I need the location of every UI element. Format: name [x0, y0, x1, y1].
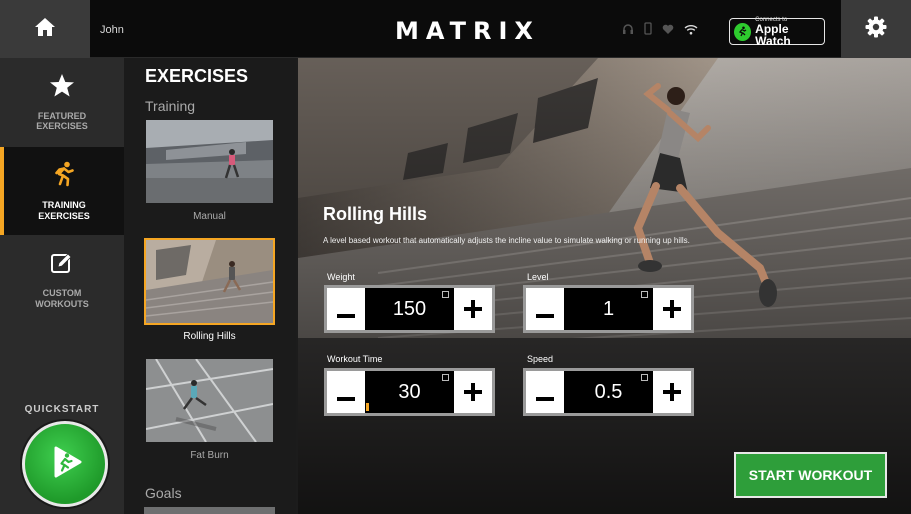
wifi-icon	[684, 22, 698, 40]
nav-featured-label: FEATURED EXERCISES	[36, 110, 88, 131]
headphones-icon	[622, 22, 634, 40]
heart-icon	[662, 22, 674, 40]
watch-name-label: Apple Watch	[755, 21, 791, 48]
plus-icon	[663, 377, 681, 407]
level-label: Level	[527, 272, 549, 282]
star-icon	[49, 73, 75, 103]
exercise-name: Fat Burn	[190, 450, 229, 461]
time-increase-button[interactable]	[454, 371, 492, 413]
weight-label: Weight	[327, 272, 355, 282]
minus-icon	[536, 294, 554, 324]
weight-stepper: 150	[324, 285, 495, 333]
level-value: 1	[602, 297, 615, 320]
runner-icon	[53, 161, 75, 192]
exercise-thumbnail	[144, 238, 275, 325]
apple-watch-badge[interactable]: Connects to Apple Watch	[729, 17, 825, 48]
exercises-panel: EXERCISES Training Manual Rolling Hills …	[124, 58, 296, 514]
level-increase-button[interactable]	[653, 288, 691, 330]
workout-title: Rolling Hills	[323, 204, 428, 224]
nav-training-exercises[interactable]: TRAINING EXERCISES	[0, 147, 124, 235]
edit-icon	[50, 251, 74, 280]
weight-increase-button[interactable]	[454, 288, 492, 330]
time-cursor-indicator	[366, 403, 369, 411]
exercise-name: Manual	[193, 211, 226, 222]
workout-time-label: Workout Time	[327, 354, 383, 364]
minus-icon	[536, 377, 554, 407]
exercise-card-fat-burn[interactable]: Fat Burn	[144, 357, 275, 461]
quickstart-label: QUICKSTART	[24, 404, 100, 415]
time-value: 30	[398, 380, 421, 403]
edit-icon	[641, 291, 648, 298]
quickstart-button[interactable]	[22, 421, 108, 507]
speed-stepper: 0.5	[523, 368, 694, 416]
user-name: John	[100, 24, 124, 36]
weight-value: 150	[392, 297, 427, 320]
nav-custom-label: CUSTOM WORKOUTS	[35, 288, 89, 309]
exercise-thumbnail	[144, 118, 275, 205]
speed-label: Speed	[527, 354, 554, 364]
exercises-title: EXERCISES	[145, 66, 249, 86]
runner-icon	[734, 22, 752, 41]
section-goals: Goals	[145, 485, 182, 501]
workout-time-stepper: 30	[324, 368, 495, 416]
workout-detail: Rolling Hills A level based workout that…	[298, 58, 911, 514]
exercise-thumbnail-partial	[144, 507, 275, 514]
exercise-thumbnail	[144, 357, 275, 444]
workout-description: A level based workout that automatically…	[323, 236, 690, 245]
edit-icon	[442, 374, 449, 381]
weight-decrease-button[interactable]	[327, 288, 365, 330]
time-value-field[interactable]: 30	[365, 371, 454, 413]
phone-icon	[644, 22, 652, 40]
status-icons	[622, 22, 698, 40]
exercise-card-rolling-hills[interactable]: Rolling Hills	[144, 238, 275, 342]
speed-increase-button[interactable]	[653, 371, 691, 413]
edit-icon	[641, 374, 648, 381]
speed-value: 0.5	[594, 380, 623, 403]
app-root: John MATRIX Connects to Apple Watch FEAT…	[0, 0, 911, 514]
speed-decrease-button[interactable]	[526, 371, 564, 413]
settings-button[interactable]	[841, 0, 911, 58]
nav-featured-exercises[interactable]: FEATURED EXERCISES	[0, 58, 124, 146]
edit-icon	[442, 291, 449, 298]
left-nav: FEATURED EXERCISES TRAINING EXERCISES CU…	[0, 58, 124, 514]
time-decrease-button[interactable]	[327, 371, 365, 413]
exercise-card-manual[interactable]: Manual	[144, 118, 275, 222]
level-stepper: 1	[523, 285, 694, 333]
plus-icon	[464, 377, 482, 407]
home-icon	[34, 17, 56, 42]
brand-logo: MATRIX	[395, 17, 540, 45]
home-button[interactable]	[0, 0, 90, 58]
gear-icon	[865, 16, 887, 43]
top-bar: John MATRIX Connects to Apple Watch	[0, 0, 911, 58]
section-training: Training	[145, 98, 196, 114]
minus-icon	[337, 377, 355, 407]
plus-icon	[663, 294, 681, 324]
speed-value-field[interactable]: 0.5	[564, 371, 653, 413]
minus-icon	[337, 294, 355, 324]
play-runner-icon	[45, 442, 85, 487]
plus-icon	[464, 294, 482, 324]
start-workout-button[interactable]: START WORKOUT	[734, 452, 887, 498]
level-value-field[interactable]: 1	[564, 288, 653, 330]
weight-value-field[interactable]: 150	[365, 288, 454, 330]
nav-training-label: TRAINING EXERCISES	[38, 200, 90, 221]
exercise-name: Rolling Hills	[183, 331, 236, 342]
level-decrease-button[interactable]	[526, 288, 564, 330]
nav-custom-workouts[interactable]: CUSTOM WORKOUTS	[0, 236, 124, 324]
